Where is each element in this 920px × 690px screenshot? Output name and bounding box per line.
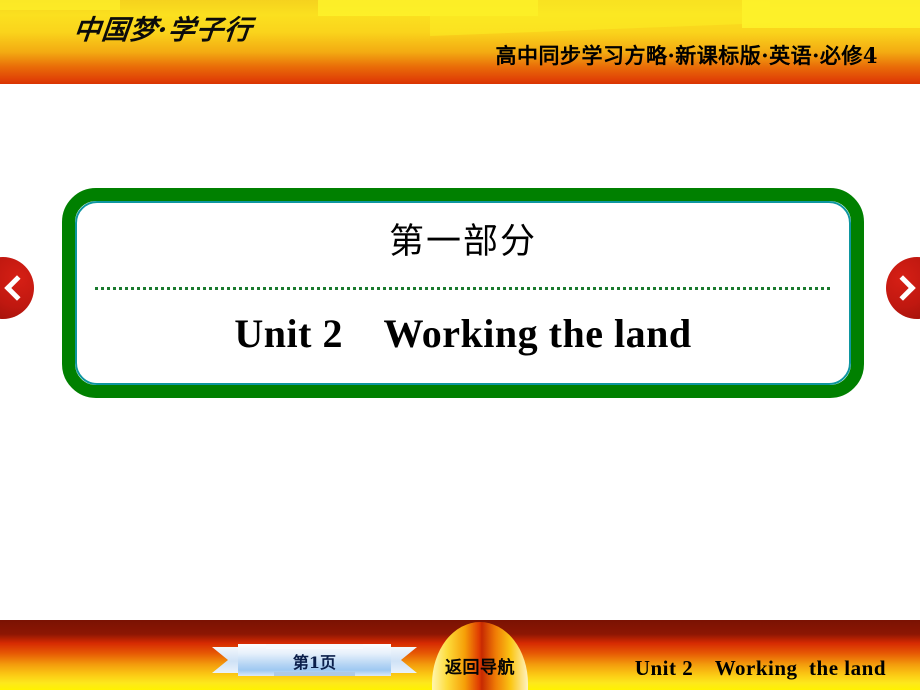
title-divider — [95, 287, 831, 290]
page-number-ribbon: 第1页 — [212, 644, 417, 676]
title-box-inner: 第一部分 Unit 2 Working the land — [75, 201, 851, 385]
header-accent-shape-3 — [430, 0, 770, 37]
part-label: 第一部分 — [388, 222, 537, 262]
previous-slide-button[interactable] — [0, 257, 40, 319]
return-navigation-label: 返回导航 — [445, 658, 515, 678]
unit-title: Unit 2 Working the land — [234, 311, 692, 356]
footer-unit-text: Unit 2 Working the land — [634, 656, 886, 680]
title-box: 第一部分 Unit 2 Working the land — [62, 188, 864, 398]
book-title: 高中同步学习方略·新课标版·英语·必修4 — [495, 43, 878, 68]
next-slide-button[interactable] — [880, 257, 920, 319]
header-accent-shape-4 — [742, 0, 920, 28]
brand-logo: 中国梦·学子行 — [72, 15, 254, 46]
page-number-label: 第1页 — [292, 653, 337, 672]
slide-header: 中国梦·学子行 高中同步学习方略·新课标版·英语·必修4 — [0, 0, 920, 84]
